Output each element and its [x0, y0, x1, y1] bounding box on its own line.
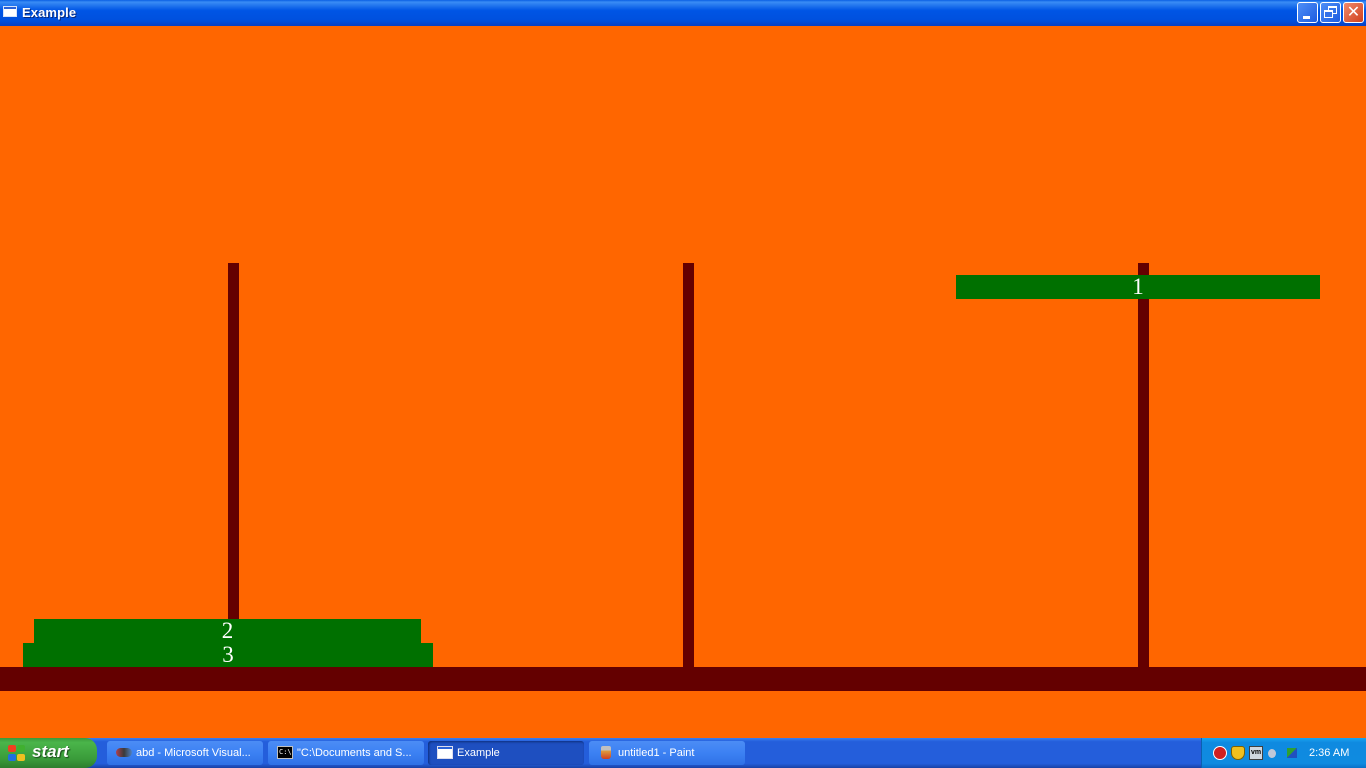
taskbar-item-label: untitled1 - Paint	[618, 747, 695, 759]
title-bar[interactable]: Example ✕	[0, 0, 1366, 26]
peg-base	[0, 667, 1366, 691]
paint-icon	[601, 746, 611, 759]
minimize-icon	[1303, 16, 1310, 19]
start-button[interactable]: start	[0, 738, 97, 768]
security-alert-icon[interactable]	[1213, 746, 1227, 760]
windows-logo-icon	[8, 745, 26, 762]
taskbar-item-command-prompt[interactable]: C:\ "C:\Documents and S...	[268, 741, 424, 765]
volume-icon[interactable]	[1267, 746, 1281, 760]
taskbar-item-paint[interactable]: untitled1 - Paint	[589, 741, 745, 765]
shield-icon[interactable]	[1231, 746, 1245, 760]
minimize-button[interactable]	[1297, 2, 1318, 23]
disk-2[interactable]: 2	[34, 619, 421, 643]
command-prompt-icon: C:\	[277, 746, 293, 759]
disk-1[interactable]: 1	[956, 275, 1320, 299]
screen: Example ✕ 1 2 3 start abd - Microsoft Vi…	[0, 0, 1366, 768]
peg-1[interactable]	[228, 263, 239, 668]
taskbar-item-example[interactable]: Example	[428, 741, 584, 765]
system-tray: vm 2:36 AM	[1201, 738, 1366, 768]
restore-button[interactable]	[1320, 2, 1341, 23]
hanoi-canvas[interactable]: 1 2 3	[0, 26, 1366, 738]
window-app-icon	[437, 746, 453, 759]
restore-icon-front	[1324, 10, 1333, 18]
start-label: start	[32, 742, 69, 761]
taskbar-item-label: Example	[457, 747, 500, 759]
clock[interactable]: 2:36 AM	[1309, 738, 1349, 768]
taskbar-item-label: "C:\Documents and S...	[297, 747, 412, 759]
peg-2[interactable]	[683, 263, 694, 668]
disk-3[interactable]: 3	[23, 643, 433, 667]
window-title: Example	[22, 5, 77, 20]
peg-3[interactable]	[1138, 263, 1149, 668]
window-app-icon[interactable]	[3, 6, 17, 17]
visual-studio-icon	[116, 746, 132, 759]
network-icon[interactable]	[1285, 746, 1299, 760]
taskbar: start abd - Microsoft Visual... C:\ "C:\…	[0, 738, 1366, 768]
vmware-icon[interactable]: vm	[1249, 746, 1263, 760]
close-icon: ✕	[1346, 4, 1361, 21]
close-button[interactable]: ✕	[1343, 2, 1364, 23]
taskbar-item-label: abd - Microsoft Visual...	[136, 747, 251, 759]
taskbar-item-visual-studio[interactable]: abd - Microsoft Visual...	[107, 741, 263, 765]
